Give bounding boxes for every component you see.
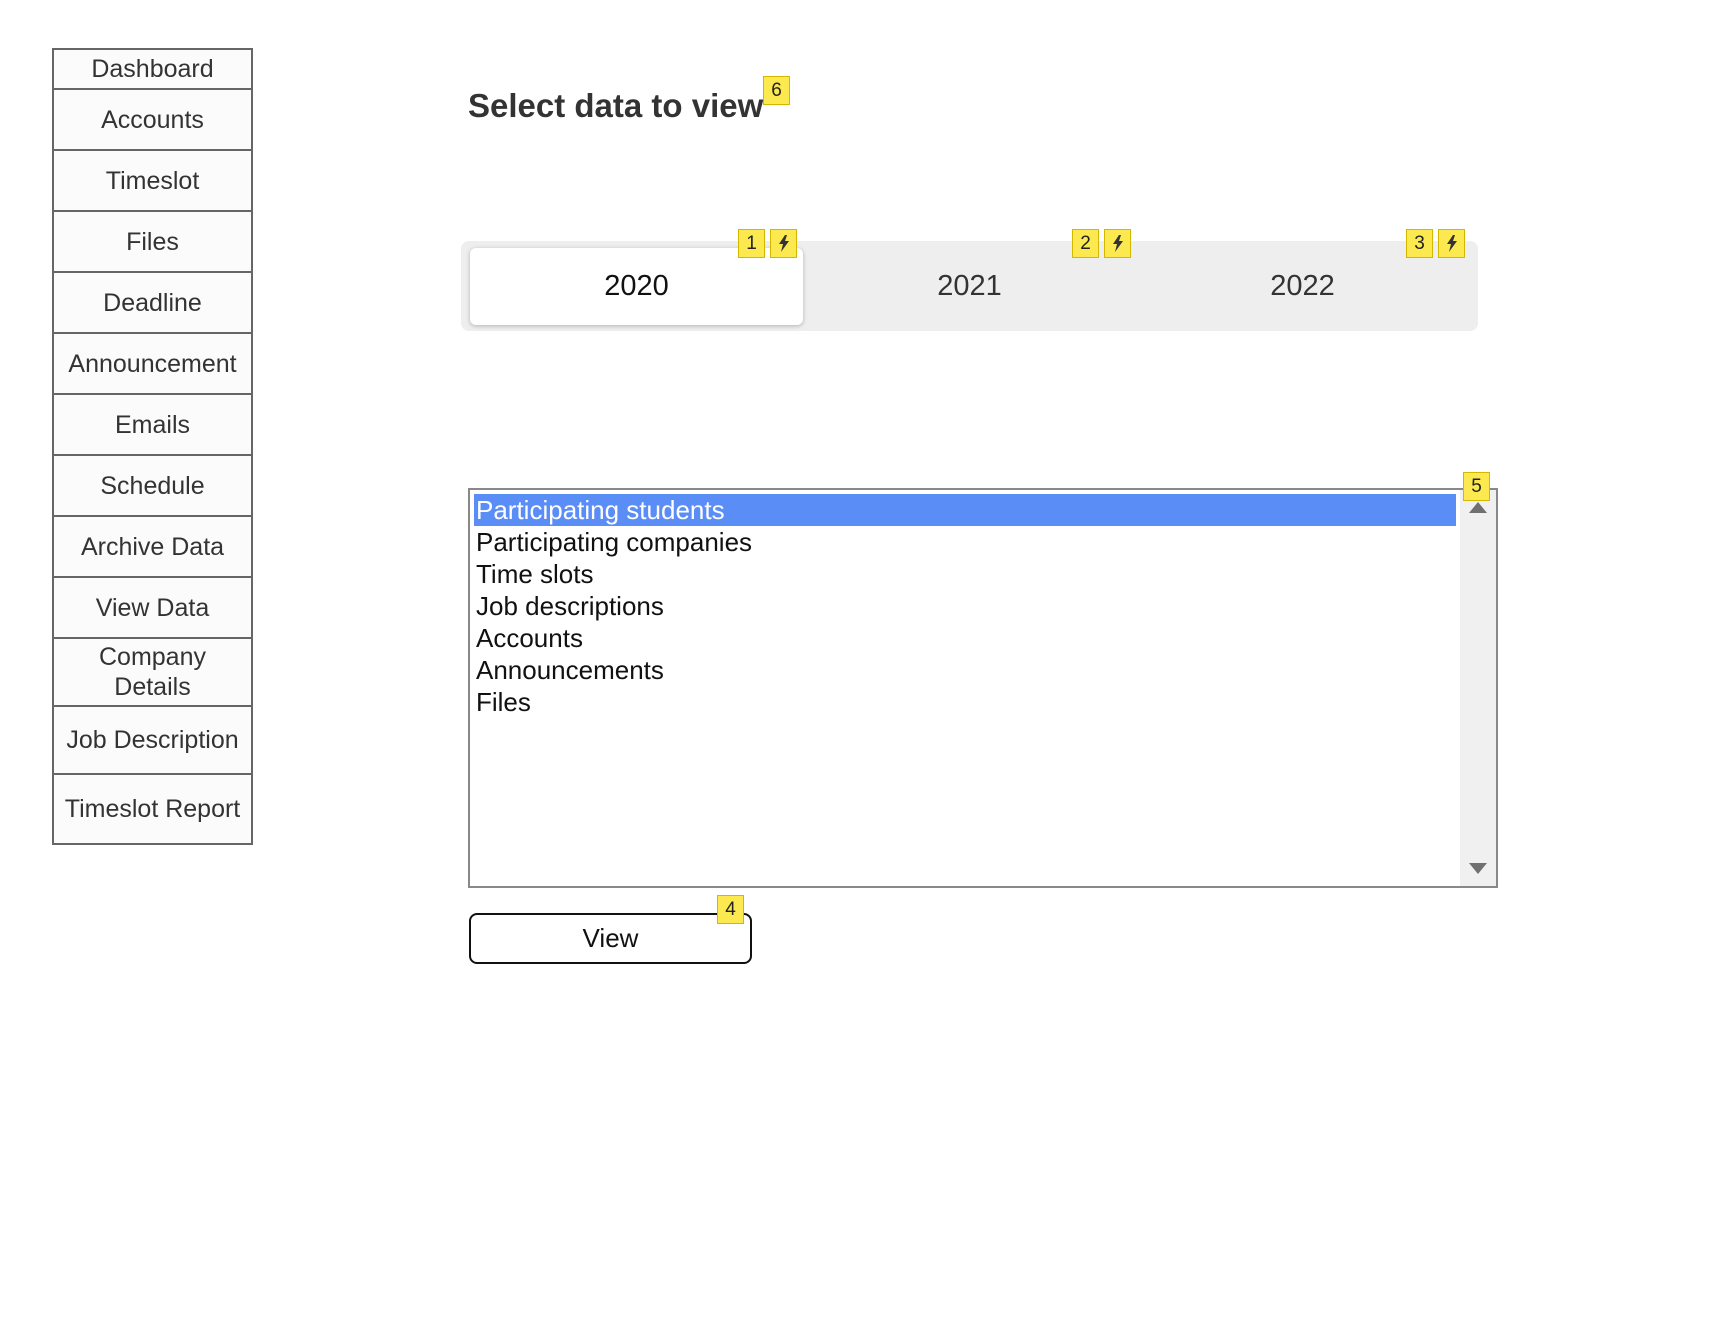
sidebar-item-dashboard[interactable]: Dashboard xyxy=(54,50,251,90)
list-option-accounts[interactable]: Accounts xyxy=(474,622,1456,654)
sidebar-item-view-data[interactable]: View Data xyxy=(54,578,251,639)
sidebar-item-timeslot-report[interactable]: Timeslot Report xyxy=(54,775,251,843)
list-option-announcements[interactable]: Announcements xyxy=(474,654,1456,686)
list-option-participating-companies[interactable]: Participating companies xyxy=(474,526,1456,558)
sidebar-item-emails[interactable]: Emails xyxy=(54,395,251,456)
page-title: Select data to view xyxy=(468,87,764,124)
badge-year-2022: 3 xyxy=(1406,229,1433,258)
year-tab-2020[interactable]: 2020 xyxy=(470,248,803,325)
view-button[interactable]: View xyxy=(469,913,752,964)
sidebar-item-job-description[interactable]: Job Description xyxy=(54,707,251,775)
sidebar-item-announcement[interactable]: Announcement xyxy=(54,334,251,395)
list-option-job-descriptions[interactable]: Job descriptions xyxy=(474,590,1456,622)
badge-year-2020: 1 xyxy=(738,229,765,258)
sidebar-item-files[interactable]: Files xyxy=(54,212,251,273)
lightning-bolt-icon xyxy=(1438,229,1465,258)
list-option-time-slots[interactable]: Time slots xyxy=(474,558,1456,590)
sidebar-item-company-details[interactable]: Company Details xyxy=(54,639,251,707)
list-option-files[interactable]: Files xyxy=(474,686,1456,718)
data-select-list[interactable]: Participating students Participating com… xyxy=(468,488,1498,888)
sidebar-item-deadline[interactable]: Deadline xyxy=(54,273,251,334)
year-segmented-control: 2020 2021 2022 xyxy=(461,241,1478,331)
year-tab-2021[interactable]: 2021 xyxy=(803,248,1136,325)
list-scrollbar[interactable] xyxy=(1460,490,1496,886)
lightning-bolt-icon xyxy=(770,229,797,258)
badge-year-2021: 2 xyxy=(1072,229,1099,258)
badge-title: 6 xyxy=(763,76,790,105)
sidebar-item-timeslot[interactable]: Timeslot xyxy=(54,151,251,212)
sidebar-item-archive-data[interactable]: Archive Data xyxy=(54,517,251,578)
lightning-bolt-icon xyxy=(1104,229,1131,258)
scroll-down-arrow-icon[interactable] xyxy=(1469,863,1487,874)
scroll-up-arrow-icon[interactable] xyxy=(1469,502,1487,513)
sidebar-nav: Dashboard Accounts Timeslot Files Deadli… xyxy=(52,48,253,845)
sidebar-item-schedule[interactable]: Schedule xyxy=(54,456,251,517)
badge-data-list: 5 xyxy=(1463,472,1490,501)
list-option-participating-students[interactable]: Participating students xyxy=(474,494,1456,526)
badge-view-button: 4 xyxy=(717,895,744,924)
sidebar-item-accounts[interactable]: Accounts xyxy=(54,90,251,151)
data-options: Participating students Participating com… xyxy=(474,494,1456,718)
year-tab-2022[interactable]: 2022 xyxy=(1136,248,1469,325)
